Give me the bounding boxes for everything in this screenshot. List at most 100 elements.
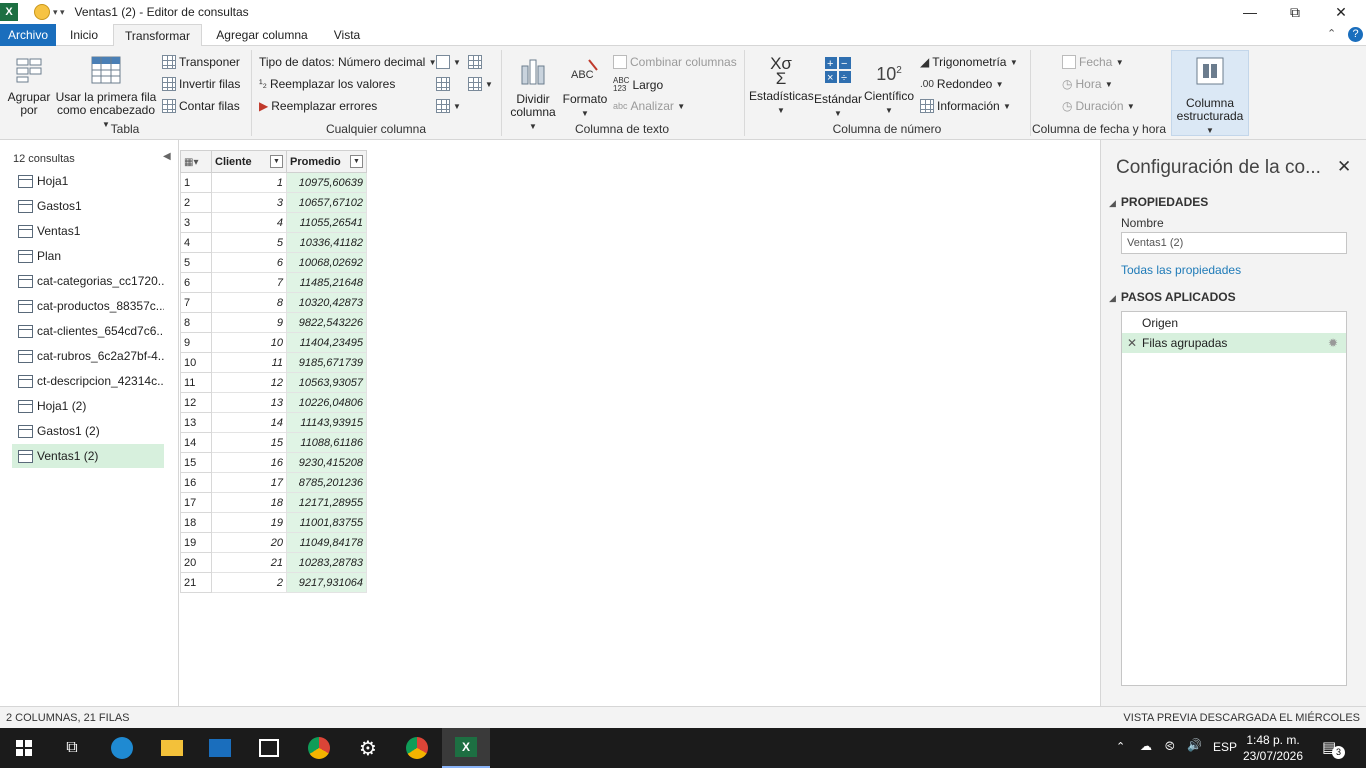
collapse-pane-icon[interactable]: ◀ [163, 151, 171, 162]
cell-promedio[interactable]: 8785,201236 [286, 472, 367, 493]
tab-agregar-columna[interactable]: Agregar columna [210, 24, 314, 46]
cell-promedio[interactable]: 11055,26541 [286, 212, 367, 233]
applied-steps-section[interactable]: ◢ PASOS APLICADOS [1109, 290, 1236, 304]
cell-promedio[interactable]: 9822,543226 [286, 312, 367, 333]
table-row[interactable]: 5 6 10068,02692 [180, 252, 367, 273]
cell-cliente[interactable]: 11 [211, 352, 287, 373]
query-item[interactable]: Ventas1 [12, 219, 164, 243]
tab-transformar[interactable]: Transformar [113, 24, 202, 47]
cell-cliente[interactable]: 8 [211, 292, 287, 313]
group-by-button[interactable]: Agrupar por [4, 56, 54, 117]
cell-cliente[interactable]: 7 [211, 272, 287, 293]
delete-step-icon[interactable]: ✕ [1122, 336, 1142, 350]
help-icon[interactable]: ? [1348, 27, 1363, 42]
table-row[interactable]: 16 17 8785,201236 [180, 472, 367, 493]
statistics-button[interactable]: Xσ Σ Estadísticas ▼ [749, 55, 814, 117]
scientific-button[interactable]: 102 Científico ▼ [862, 56, 916, 117]
table-row[interactable]: 13 14 11143,93915 [180, 412, 367, 433]
table-row[interactable]: 17 18 12171,28955 [180, 492, 367, 513]
pivot-column-button[interactable] [468, 55, 485, 69]
ribbon-collapse-icon[interactable]: ⌃ [1327, 27, 1336, 40]
query-item[interactable]: cat-productos_88357c... [12, 294, 164, 318]
move-column-button[interactable]: ▼ [436, 99, 461, 113]
cell-cliente[interactable]: 20 [211, 532, 287, 553]
query-item[interactable]: ct-descripcion_42314c... [12, 369, 164, 393]
unpivot-columns-button[interactable]: ▼ [468, 77, 493, 91]
table-row[interactable]: 12 13 10226,04806 [180, 392, 367, 413]
cell-promedio[interactable]: 10226,04806 [286, 392, 367, 413]
use-first-row-button[interactable]: Usar la primera fila como encabezado ▼ [55, 56, 157, 131]
cell-cliente[interactable]: 19 [211, 512, 287, 533]
table-row[interactable]: 1 1 10975,60639 [180, 172, 367, 193]
transpose-button[interactable]: Transponer [162, 55, 240, 69]
step-item-selected[interactable]: ✕ Filas agrupadas ✹ [1122, 333, 1346, 353]
outlook-button[interactable] [196, 728, 244, 768]
query-item[interactable]: Hoja1 (2) [12, 394, 164, 418]
step-item[interactable]: Origen [1122, 313, 1346, 333]
edge-button[interactable] [98, 728, 146, 768]
rounding-button[interactable]: .00 Redondeo ▼ [920, 77, 1004, 91]
time-button[interactable]: ◷ Hora ▼ [1062, 77, 1113, 91]
start-button[interactable] [0, 728, 48, 768]
parse-button[interactable]: abc Analizar ▼ [613, 99, 685, 113]
cell-promedio[interactable]: 11485,21648 [286, 272, 367, 293]
tab-archivo[interactable]: Archivo [0, 24, 56, 46]
date-button[interactable]: Fecha ▼ [1062, 55, 1124, 69]
query-item[interactable]: Gastos1 [12, 194, 164, 218]
cell-promedio[interactable]: 10657,67102 [286, 192, 367, 213]
cell-cliente[interactable]: 6 [211, 252, 287, 273]
cell-promedio[interactable]: 11143,93915 [286, 412, 367, 433]
all-properties-link[interactable]: Todas las propiedades [1121, 263, 1241, 277]
task-view-button[interactable]: ⧉ [48, 728, 96, 768]
cell-cliente[interactable]: 13 [211, 392, 287, 413]
properties-section[interactable]: ◢ PROPIEDADES [1109, 195, 1208, 209]
cell-promedio[interactable]: 11404,23495 [286, 332, 367, 353]
query-name-input[interactable]: Ventas1 (2) [1121, 232, 1347, 254]
merge-columns-button[interactable]: Combinar columnas [613, 55, 737, 69]
length-button[interactable]: ABC 123 Largo [613, 77, 663, 93]
chrome-button[interactable] [295, 728, 343, 768]
minimize-button[interactable]: — [1227, 0, 1273, 24]
format-button[interactable]: ABC Formato ▼ [562, 56, 608, 120]
restore-button[interactable]: ⧉ [1272, 0, 1318, 24]
cell-promedio[interactable]: 9185,671739 [286, 352, 367, 373]
clock[interactable]: 1:48 p. m. 23/07/2026 [1240, 732, 1306, 764]
table-row[interactable]: 20 21 10283,28783 [180, 552, 367, 573]
query-item[interactable]: Plan [12, 244, 164, 268]
column-filter-icon[interactable]: ▼ [270, 155, 283, 168]
table-row[interactable]: 15 16 9230,415208 [180, 452, 367, 473]
table-row[interactable]: 19 20 11049,84178 [180, 532, 367, 553]
cell-cliente[interactable]: 18 [211, 492, 287, 513]
smiley-feedback-icon[interactable] [34, 4, 50, 20]
table-row[interactable]: 3 4 11055,26541 [180, 212, 367, 233]
cell-promedio[interactable]: 10068,02692 [286, 252, 367, 273]
column-filter-icon[interactable]: ▼ [350, 155, 363, 168]
cell-promedio[interactable]: 9230,415208 [286, 452, 367, 473]
table-row[interactable]: 21 2 9217,931064 [180, 572, 367, 593]
table-row[interactable]: 7 8 10320,42873 [180, 292, 367, 313]
cell-cliente[interactable]: 5 [211, 232, 287, 253]
column-header-cliente[interactable]: Cliente ▼ [211, 150, 287, 173]
tab-vista[interactable]: Vista [325, 24, 369, 46]
information-button[interactable]: Información ▼ [920, 99, 1011, 113]
structured-column-button[interactable]: Columna estructurada ▼ [1171, 50, 1249, 136]
tab-inicio[interactable]: Inicio [60, 24, 108, 46]
fill-down-button[interactable]: ▼ [436, 55, 461, 69]
cell-cliente[interactable]: 16 [211, 452, 287, 473]
duration-button[interactable]: ◷ Duración ▼ [1062, 99, 1135, 113]
cell-cliente[interactable]: 12 [211, 372, 287, 393]
count-rows-button[interactable]: Contar filas [162, 99, 240, 113]
cell-promedio[interactable]: 10283,28783 [286, 552, 367, 573]
cell-promedio[interactable]: 10336,41182 [286, 232, 367, 253]
query-item[interactable]: cat-categorias_cc1720... [12, 269, 164, 293]
notifications-button[interactable]: ▤ 3 [1322, 738, 1345, 759]
reverse-rows-button[interactable]: Invertir filas [162, 77, 240, 91]
cell-promedio[interactable]: 10320,42873 [286, 292, 367, 313]
settings-button[interactable]: ⚙ [344, 728, 392, 768]
query-item[interactable]: cat-rubros_6c2a27bf-4... [12, 344, 164, 368]
excel-taskbar-button[interactable]: X [442, 728, 490, 768]
store-button[interactable] [245, 728, 293, 768]
column-header-promedio[interactable]: Promedio ▼ [286, 150, 367, 173]
close-window-button[interactable]: ✕ [1318, 0, 1364, 24]
cell-promedio[interactable]: 9217,931064 [286, 572, 367, 593]
